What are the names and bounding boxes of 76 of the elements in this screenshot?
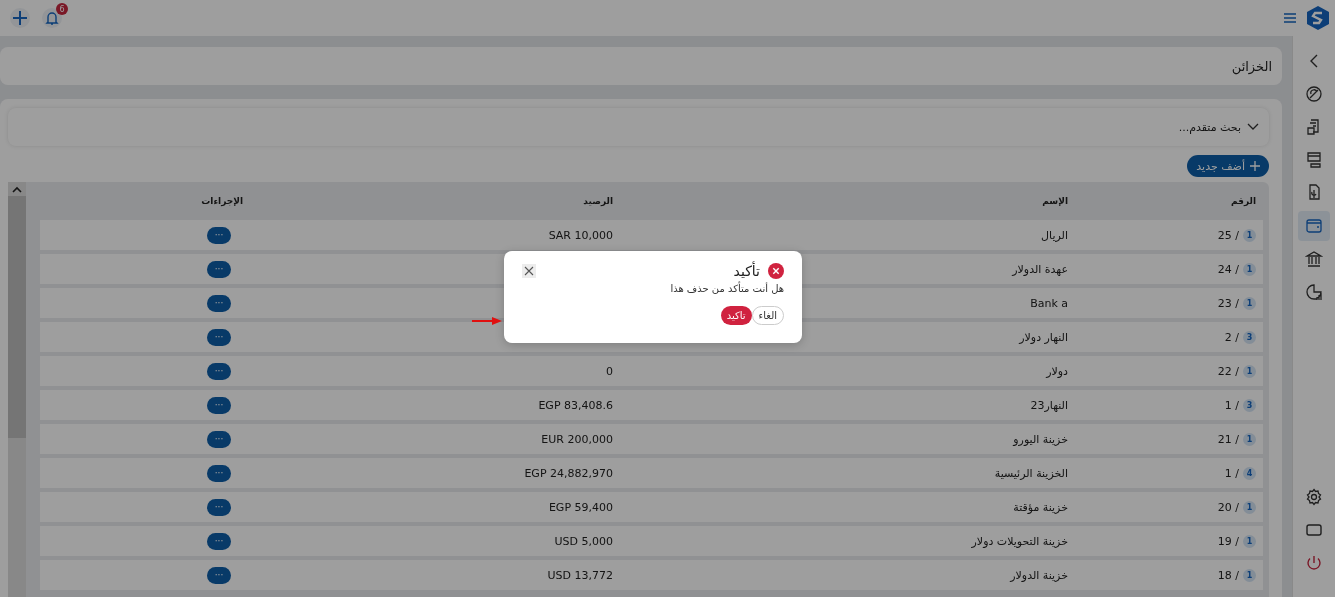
actions-button[interactable]: ··· <box>207 294 231 312</box>
number-cell: 22 / <box>1217 364 1239 378</box>
count-badge: 1 <box>1243 500 1256 514</box>
actions-button[interactable]: ··· <box>207 362 231 380</box>
name-cell: دولار <box>1046 364 1068 378</box>
balance-cell: EUR 200,000 <box>541 432 613 446</box>
balance-cell: USD 13,772 <box>547 568 613 582</box>
actions-button[interactable]: ··· <box>207 498 231 516</box>
plus-icon <box>1250 161 1260 171</box>
count-badge: 1 <box>1243 364 1256 378</box>
name-cell: خزينة مؤقتة <box>1013 500 1068 514</box>
number-cell: 21 / <box>1217 432 1239 446</box>
column-header: الإسم <box>1041 196 1068 206</box>
number-cell: 25 / <box>1217 228 1239 242</box>
notification-count: 6 <box>56 3 68 15</box>
error-icon <box>768 263 784 279</box>
notification-bell-icon[interactable] <box>42 8 62 28</box>
name-cell: عهدة الدولار <box>1012 262 1068 276</box>
number-cell: 23 / <box>1217 296 1239 310</box>
advanced-search-label: بحث متقدم... <box>1178 120 1241 134</box>
name-cell: خزينة اليورو <box>1013 432 1068 446</box>
name-cell: النهار دولار <box>1019 330 1068 344</box>
count-badge: 1 <box>1243 568 1256 582</box>
count-badge: 1 <box>1243 296 1256 310</box>
count-badge: 1 <box>1243 534 1256 548</box>
dialog-message: هل أنت متأكد من حذف هذا <box>669 283 784 294</box>
balance-cell: EGP 24,882,970 <box>524 466 613 480</box>
balance-cell: SAR 10,000 <box>548 228 613 242</box>
count-badge: 3 <box>1243 398 1256 412</box>
balance-cell: EGP 83,408.6 <box>538 398 613 412</box>
number-cell: 18 / <box>1217 568 1239 582</box>
actions-button[interactable]: ··· <box>207 260 231 278</box>
number-cell: 1 / <box>1224 398 1239 412</box>
name-cell: النهار23 <box>1030 398 1068 412</box>
count-badge: 4 <box>1243 466 1256 480</box>
scroll-up-icon[interactable] <box>12 186 22 193</box>
dialog-button[interactable]: الغاء <box>751 306 784 325</box>
actions-button[interactable]: ··· <box>207 430 231 448</box>
name-cell: الخزينة الرئيسية <box>994 466 1068 480</box>
name-cell: خزينة التحويلات دولار <box>971 534 1068 548</box>
annotation-arrow <box>472 317 502 325</box>
actions-button[interactable]: ··· <box>207 226 231 244</box>
scrollbar-thumb[interactable] <box>8 196 26 438</box>
add-new-button[interactable]: أضف جديد <box>1187 155 1269 177</box>
advanced-search-panel[interactable]: بحث متقدم... <box>8 108 1269 146</box>
balance-cell: EGP 59,400 <box>548 500 613 514</box>
number-cell: 2 / <box>1224 330 1239 344</box>
actions-button[interactable]: ··· <box>207 532 231 550</box>
close-icon[interactable] <box>522 264 536 278</box>
number-cell: 24 / <box>1217 262 1239 276</box>
number-cell: 19 / <box>1217 534 1239 548</box>
actions-button[interactable]: ··· <box>207 464 231 482</box>
count-badge: 1 <box>1243 432 1256 446</box>
actions-button[interactable]: ··· <box>207 566 231 584</box>
dialog-button[interactable]: تاكيد <box>720 306 752 325</box>
column-header: الإجراءات <box>200 196 243 206</box>
dialog-title: تأكيد <box>733 263 760 279</box>
actions-button[interactable]: ··· <box>207 396 231 414</box>
name-cell: الريال <box>1041 228 1068 242</box>
number-cell: 1 / <box>1224 466 1239 480</box>
column-header: الرصيد <box>582 196 613 206</box>
actions-button[interactable]: ··· <box>207 328 231 346</box>
count-badge: 1 <box>1243 228 1256 242</box>
column-header: الرقم <box>1230 196 1256 206</box>
count-badge: 1 <box>1243 262 1256 276</box>
balance-cell: 0 <box>606 364 613 378</box>
count-badge: 3 <box>1243 330 1256 344</box>
menu-icon[interactable] <box>1283 12 1297 24</box>
wallet-icon[interactable] <box>1298 211 1330 241</box>
number-cell: 20 / <box>1217 500 1239 514</box>
name-cell: خزينة الدولار <box>1010 568 1068 582</box>
name-cell: Bank a <box>1030 296 1068 310</box>
page-title: الخزائن <box>1231 58 1272 74</box>
logo-icon <box>1307 6 1329 30</box>
add-icon[interactable] <box>10 8 30 28</box>
balance-cell: USD 5,000 <box>554 534 613 548</box>
